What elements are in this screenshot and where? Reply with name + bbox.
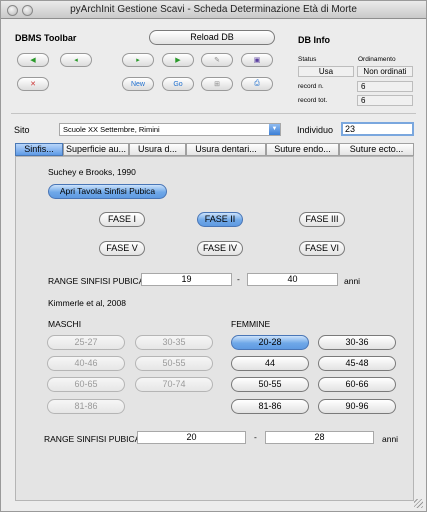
new-record-icon: New xyxy=(130,80,145,88)
print-button[interactable]: ⎙ xyxy=(241,77,273,91)
open-table-button[interactable]: Apri Tavola Sinfisi Pubica xyxy=(48,184,167,199)
edit-icon: ✎ xyxy=(214,57,220,64)
kimmerle-range-max-field[interactable]: 28 xyxy=(265,431,374,444)
separator xyxy=(11,113,416,114)
maschi-option[interactable]: 40-46 xyxy=(47,356,125,371)
main-window: pyArchInit Gestione Scavi - Scheda Deter… xyxy=(0,0,427,512)
maschi-option[interactable]: 30-35 xyxy=(135,335,213,350)
go-icon: Go xyxy=(173,80,183,88)
save-button[interactable]: ▣ xyxy=(241,53,273,67)
search-button[interactable]: Go xyxy=(162,77,194,91)
status-value: Usa xyxy=(298,66,354,77)
femmine-option[interactable]: 30-36 xyxy=(318,335,396,350)
femmine-option[interactable]: 45-48 xyxy=(318,356,396,371)
suchey-range-min-field[interactable]: 19 xyxy=(141,273,232,286)
fase-5-button[interactable]: FASE V xyxy=(99,241,145,256)
suchey-range-label: RANGE SINFISI PUBICA xyxy=(48,276,145,286)
maschi-option[interactable]: 81-86 xyxy=(47,399,125,414)
femmine-option[interactable]: 90-96 xyxy=(318,399,396,414)
delete-button[interactable]: ✕ xyxy=(17,77,49,91)
tab-usura-d[interactable]: Usura d... xyxy=(129,143,186,156)
tab-usura-dentaria[interactable]: Usura dentari... xyxy=(186,143,266,156)
fase-6-button[interactable]: FASE VI xyxy=(299,241,345,256)
femmine-option[interactable]: 50-55 xyxy=(231,377,309,392)
record-tot-value: 6 xyxy=(357,95,413,106)
title-bar: pyArchInit Gestione Scavi - Scheda Deter… xyxy=(1,1,426,19)
femmine-option[interactable]: 60-66 xyxy=(318,377,396,392)
fase-3-button[interactable]: FASE III xyxy=(299,212,345,227)
record-n-label: record n. xyxy=(298,83,324,90)
prev-icon: ◂ xyxy=(74,57,78,64)
delete-icon: ✕ xyxy=(30,81,36,88)
toolbar-title: DBMS Toolbar xyxy=(15,33,77,43)
last-icon: ▶ xyxy=(175,57,181,64)
reload-db-button[interactable]: Reload DB xyxy=(149,30,275,45)
suchey-unit: anni xyxy=(344,276,361,286)
kimmerle-heading: Kimmerle et al, 2008 xyxy=(48,298,126,308)
kimmerle-range-label: RANGE SINFISI PUBICA xyxy=(44,434,141,444)
edit-button[interactable]: ✎ xyxy=(201,53,233,67)
save-icon: ▣ xyxy=(253,57,261,64)
order-label: Ordinamento xyxy=(358,56,396,63)
last-record-button[interactable]: ▶ xyxy=(162,53,194,67)
suchey-range-max-field[interactable]: 40 xyxy=(247,273,338,286)
status-label: Status xyxy=(298,56,317,63)
next-record-button[interactable]: ▸ xyxy=(122,53,154,67)
kimmerle-range-dash: - xyxy=(254,432,257,442)
print-icon: ⎙ xyxy=(254,80,260,87)
view-button[interactable]: ⊞ xyxy=(201,77,233,91)
fase-1-button[interactable]: FASE I xyxy=(99,212,145,227)
suchey-heading: Suchey e Brooks, 1990 xyxy=(48,167,136,177)
sito-select[interactable]: Scuole XX Settembre, Rimini ▼ xyxy=(59,123,281,136)
chevron-down-icon[interactable]: ▼ xyxy=(269,124,280,135)
individuo-input[interactable]: 23 xyxy=(341,122,414,136)
sito-value: Scuole XX Settembre, Rimini xyxy=(63,125,160,134)
maschi-option[interactable]: 60-65 xyxy=(47,377,125,392)
fase-4-button[interactable]: FASE IV xyxy=(197,241,243,256)
kimmerle-unit: anni xyxy=(382,434,399,444)
individuo-label: Individuo xyxy=(297,125,334,135)
tab-superficie[interactable]: Superficie au... xyxy=(63,143,129,156)
order-value: Non ordinati xyxy=(357,66,413,77)
maschi-label: MASCHI xyxy=(48,319,82,329)
kimmerle-range-min-field[interactable]: 20 xyxy=(137,431,246,444)
next-icon: ▸ xyxy=(136,57,140,64)
window-title: pyArchInit Gestione Scavi - Scheda Deter… xyxy=(70,4,357,15)
femmine-option[interactable]: 44 xyxy=(231,356,309,371)
maschi-option[interactable]: 25-27 xyxy=(47,335,125,350)
fase-2-button[interactable]: FASE II xyxy=(197,212,243,227)
dbinfo-title: DB Info xyxy=(298,35,330,45)
maschi-option[interactable]: 70-74 xyxy=(135,377,213,392)
tab-suture-ecto[interactable]: Suture ecto... xyxy=(339,143,414,156)
view-icon: ⊞ xyxy=(214,81,220,88)
record-n-value: 6 xyxy=(357,81,413,92)
femmine-option[interactable]: 20-28 xyxy=(231,335,309,350)
new-record-button[interactable]: New xyxy=(122,77,154,91)
record-tot-label: record tot. xyxy=(298,97,328,104)
first-icon: ◀ xyxy=(30,57,36,64)
sito-label: Sito xyxy=(14,125,30,135)
tab-sinfisi[interactable]: Sinfis... xyxy=(15,143,63,156)
tab-suture-endo[interactable]: Suture endo... xyxy=(266,143,339,156)
prev-record-button[interactable]: ◂ xyxy=(60,53,92,67)
suchey-range-dash: - xyxy=(237,274,240,284)
resize-handle-icon[interactable] xyxy=(414,499,423,508)
minimize-window-icon[interactable] xyxy=(22,5,33,16)
close-window-icon[interactable] xyxy=(7,5,18,16)
maschi-option[interactable]: 50-55 xyxy=(135,356,213,371)
femmine-label: FEMMINE xyxy=(231,319,271,329)
first-record-button[interactable]: ◀ xyxy=(17,53,49,67)
femmine-option[interactable]: 81-86 xyxy=(231,399,309,414)
